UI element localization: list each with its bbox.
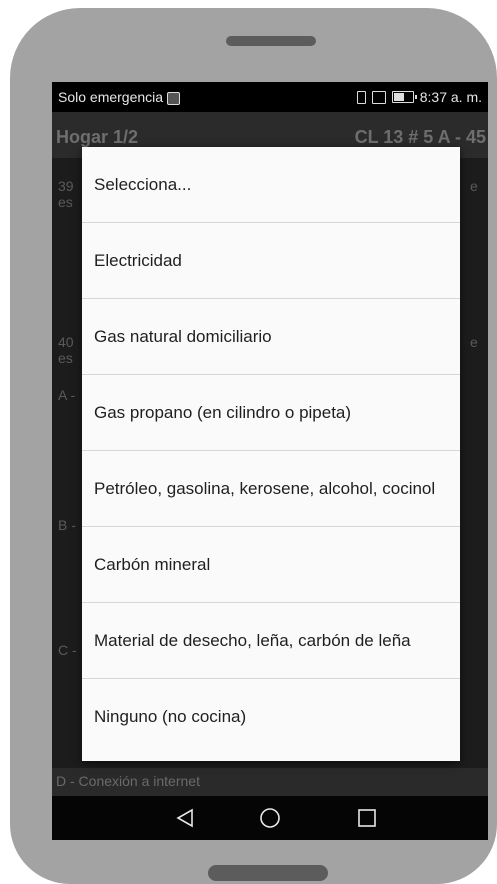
option-material-desecho[interactable]: Material de desecho, leña, carbón de leñ… — [82, 603, 460, 679]
screen-rotation-icon — [371, 90, 386, 104]
status-bar: Solo emergencia 8:37 a. m. — [52, 82, 488, 112]
question-40-tail: e — [470, 334, 478, 350]
vibrate-icon — [356, 90, 366, 104]
option-label: Gas propano (en cilindro o pipeta) — [94, 402, 352, 422]
back-button[interactable] — [155, 796, 215, 840]
recents-icon — [358, 809, 376, 827]
notification-icon — [167, 91, 181, 105]
question-40-number: 40 — [58, 334, 74, 350]
phone-speaker — [226, 36, 316, 46]
option-ninguno[interactable]: Ninguno (no cocina) — [82, 679, 460, 755]
item-b-label: B - — [58, 517, 76, 533]
phone-frame: Solo emergencia 8:37 a. m. Hogar 1/2 CL … — [10, 8, 497, 884]
question-39-tail: e — [470, 178, 478, 194]
carrier-label: Solo emergencia — [58, 89, 164, 105]
option-electricidad[interactable]: Electricidad — [82, 223, 460, 299]
option-label: Selecciona... — [94, 174, 192, 194]
question-39-number: 39 — [58, 178, 74, 194]
option-gas-natural[interactable]: Gas natural domiciliario — [82, 299, 460, 375]
option-carbon-mineral[interactable]: Carbón mineral — [82, 527, 460, 603]
item-a-label: A - — [58, 387, 76, 403]
option-label: Carbón mineral — [94, 554, 211, 574]
option-label: Ninguno (no cocina) — [94, 707, 247, 726]
home-button[interactable] — [240, 796, 300, 840]
home-icon — [260, 808, 280, 828]
option-petroleo[interactable]: Petróleo, gasolina, kerosene, alcohol, c… — [82, 451, 460, 527]
cooking-fuel-select-dialog: Selecciona... Electricidad Gas natural d… — [82, 147, 460, 761]
item-d-label: D - Conexión a internet — [56, 773, 200, 789]
option-label: Electricidad — [94, 250, 182, 270]
question-39-text: es — [58, 194, 73, 210]
option-label: Material de desecho, leña, carbón de leñ… — [94, 630, 411, 650]
next-question-row: D - Conexión a internet — [52, 768, 488, 796]
phone-screen: Solo emergencia 8:37 a. m. Hogar 1/2 CL … — [52, 82, 488, 840]
option-gas-propano[interactable]: Gas propano (en cilindro o pipeta) — [82, 375, 460, 451]
back-icon — [176, 808, 193, 828]
question-40-text: es — [58, 350, 73, 366]
option-selecciona[interactable]: Selecciona... — [82, 147, 460, 223]
option-label: Petróleo, gasolina, kerosene, alcohol, c… — [94, 478, 436, 498]
address-label: CL 13 # 5 A - 45 — [354, 127, 486, 147]
recents-button[interactable] — [337, 796, 397, 840]
item-c-label: C - — [58, 642, 77, 658]
page-title: Hogar 1/2 — [56, 127, 139, 147]
phone-home-pill — [208, 865, 328, 881]
option-label: Gas natural domiciliario — [94, 326, 272, 346]
navigation-bar — [52, 796, 488, 840]
battery-icon — [391, 91, 417, 103]
clock: 8:37 a. m. — [419, 89, 482, 105]
